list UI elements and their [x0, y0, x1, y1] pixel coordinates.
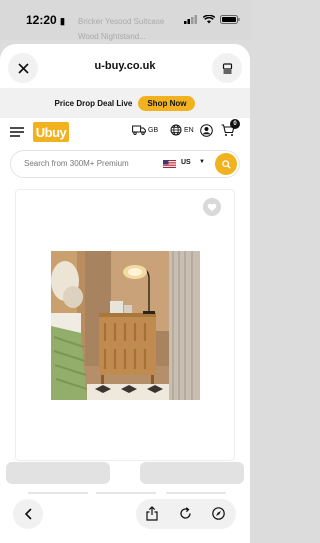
status-bar: 12:20 ▮ Bricker Yesood Suitcase Wood Nig… — [0, 0, 250, 41]
country-label[interactable]: US — [181, 159, 191, 166]
promo-bar: Price Drop Deal Live Shop Now — [0, 88, 250, 118]
account-icon[interactable] — [200, 124, 213, 137]
ubuy-logo[interactable]: Ubuy — [33, 122, 69, 142]
battery-icon — [220, 14, 240, 24]
menu-icon[interactable] — [10, 127, 24, 137]
tabs-button[interactable] — [212, 53, 242, 83]
reload-icon[interactable] — [179, 507, 192, 520]
divider — [166, 492, 226, 494]
browser-toolbar — [0, 484, 250, 543]
compass-icon[interactable] — [212, 507, 225, 520]
search-input[interactable]: Search from 300M+ Premium — [24, 159, 129, 168]
toolbar-actions — [136, 499, 236, 529]
us-flag-icon — [163, 160, 176, 168]
wifi-icon — [203, 14, 215, 23]
globe-icon — [170, 124, 182, 136]
back-button[interactable] — [13, 499, 43, 529]
cart-count-badge: 0 — [230, 119, 240, 129]
tabs-icon — [222, 62, 232, 74]
promo-text: Price Drop Deal Live — [54, 98, 133, 108]
heart-icon — [207, 203, 217, 211]
chevron-down-icon[interactable]: ▼ — [199, 159, 205, 165]
loading-placeholder — [6, 462, 110, 484]
browser-sheet: u-buy.co.uk Price Drop Deal Live Shop No… — [0, 44, 250, 543]
divider — [28, 492, 88, 494]
search-bar: Search from 300M+ Premium US ▼ — [10, 150, 240, 178]
share-icon[interactable] — [146, 506, 158, 521]
back-icon — [24, 508, 32, 520]
product-card — [15, 189, 235, 461]
site-header: Ubuy GB EN 0 — [0, 119, 250, 148]
region-selector[interactable]: GB — [132, 125, 158, 135]
product-image[interactable] — [51, 251, 200, 400]
search-icon — [221, 159, 231, 169]
search-button[interactable] — [215, 153, 237, 175]
status-icons — [184, 14, 240, 24]
divider — [96, 492, 156, 494]
cart-button[interactable]: 0 — [221, 119, 241, 138]
wishlist-button[interactable] — [203, 198, 221, 216]
loading-placeholder — [140, 462, 244, 484]
status-time: 12:20 ▮ — [26, 13, 65, 27]
language-selector[interactable]: EN — [170, 124, 194, 136]
language-label: EN — [184, 126, 194, 134]
shop-now-button[interactable]: Shop Now — [138, 95, 196, 111]
signal-icon — [184, 14, 197, 24]
truck-icon — [132, 125, 146, 135]
region-label: GB — [148, 126, 159, 134]
